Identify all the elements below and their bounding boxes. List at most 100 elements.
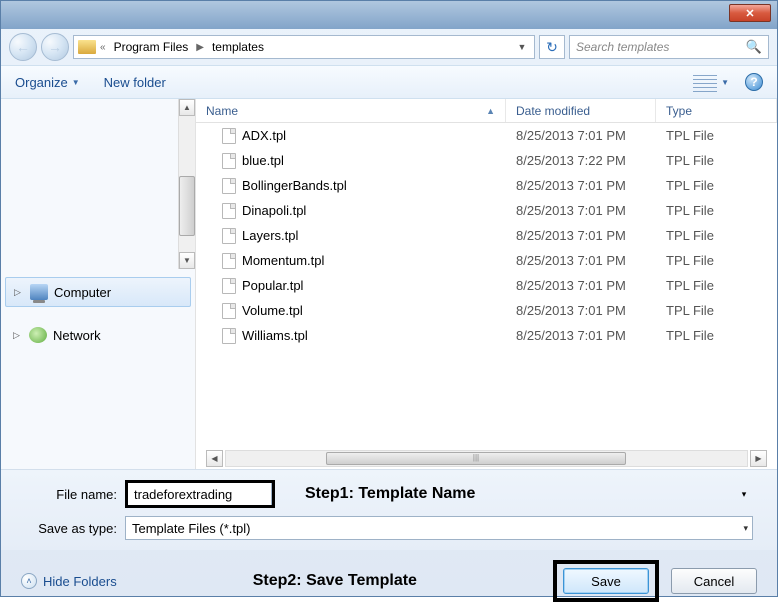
file-icon xyxy=(222,128,236,144)
file-date: 8/25/2013 7:01 PM xyxy=(506,203,656,218)
grip-icon: ||| xyxy=(327,453,625,462)
collapse-icon: ˄ xyxy=(21,573,37,589)
titlebar: ✕ xyxy=(1,1,777,29)
scroll-up-button[interactable]: ▲ xyxy=(179,99,195,116)
file-type: TPL File xyxy=(656,128,777,143)
file-row[interactable]: ADX.tpl8/25/2013 7:01 PMTPL File xyxy=(196,123,777,148)
path-dropdown-icon[interactable]: ▼ xyxy=(514,42,530,52)
help-icon: ? xyxy=(750,75,757,89)
scroll-right-button[interactable]: ▶ xyxy=(750,450,767,467)
file-rows: ADX.tpl8/25/2013 7:01 PMTPL Fileblue.tpl… xyxy=(196,123,777,447)
address-bar[interactable]: « Program Files ▶ templates ▼ xyxy=(73,35,535,59)
file-icon xyxy=(222,303,236,319)
sort-ascending-icon: ▲ xyxy=(486,106,495,116)
arrow-right-icon: → xyxy=(48,39,62,55)
form-area: File name: tradeforextrading Step1: Temp… xyxy=(1,469,777,550)
step1-annotation: Step1: Template Name xyxy=(275,485,735,503)
file-date: 8/25/2013 7:01 PM xyxy=(506,328,656,343)
step2-highlight: Save xyxy=(553,560,659,602)
cancel-label: Cancel xyxy=(694,574,734,589)
scroll-left-button[interactable]: ◀ xyxy=(206,450,223,467)
scroll-thumb[interactable] xyxy=(179,176,195,236)
column-header-date[interactable]: Date modified xyxy=(506,99,656,122)
hscroll-thumb[interactable]: ||| xyxy=(326,452,626,465)
path-sep-icon: « xyxy=(100,42,106,53)
sidebar-scrollbar[interactable]: ▲ ▼ xyxy=(178,99,195,269)
organize-menu[interactable]: Organize ▼ xyxy=(15,75,80,90)
tree-item-computer[interactable]: ▷ Computer xyxy=(5,277,191,307)
file-icon xyxy=(222,153,236,169)
chevron-down-icon: ▼ xyxy=(72,78,80,87)
file-name: BollingerBands.tpl xyxy=(242,178,347,193)
forward-button[interactable]: → xyxy=(41,33,69,61)
file-type: TPL File xyxy=(656,203,777,218)
saveastype-value: Template Files (*.tpl) xyxy=(132,521,250,536)
back-button[interactable]: ← xyxy=(9,33,37,61)
file-date: 8/25/2013 7:01 PM xyxy=(506,178,656,193)
file-type: TPL File xyxy=(656,153,777,168)
column-header-name[interactable]: Name ▲ xyxy=(196,99,506,122)
hscroll-area: ◀ ||| ▶ xyxy=(196,447,777,469)
file-name: Williams.tpl xyxy=(242,328,308,343)
saveastype-row: Save as type: Template Files (*.tpl) ▾ xyxy=(25,516,753,540)
nav-bar: ← → « Program Files ▶ templates ▼ ↻ Sear… xyxy=(1,29,777,65)
hide-folders-label: Hide Folders xyxy=(43,574,117,589)
file-date: 8/25/2013 7:22 PM xyxy=(506,153,656,168)
close-button[interactable]: ✕ xyxy=(729,4,771,22)
help-button[interactable]: ? xyxy=(745,73,763,91)
file-type: TPL File xyxy=(656,228,777,243)
search-icon: 🔍 xyxy=(746,39,762,55)
new-folder-button[interactable]: New folder xyxy=(104,75,166,90)
chevron-right-icon: ▶ xyxy=(196,42,204,53)
file-name: Momentum.tpl xyxy=(242,253,324,268)
tree-item-network[interactable]: ▷ Network xyxy=(5,321,191,349)
save-dialog-window: ✕ ← → « Program Files ▶ templates ▼ ↻ Se… xyxy=(0,0,778,597)
expand-icon[interactable]: ▷ xyxy=(13,330,23,341)
saveastype-dropdown[interactable]: Template Files (*.tpl) ▾ xyxy=(125,516,753,540)
search-input[interactable]: Search templates 🔍 xyxy=(569,35,769,59)
cancel-button[interactable]: Cancel xyxy=(671,568,757,594)
file-type: TPL File xyxy=(656,178,777,193)
file-type: TPL File xyxy=(656,253,777,268)
save-button[interactable]: Save xyxy=(563,568,649,594)
filename-label: File name: xyxy=(25,487,125,502)
scroll-down-button[interactable]: ▼ xyxy=(179,252,195,269)
column-header-type[interactable]: Type xyxy=(656,99,777,122)
file-row[interactable]: Momentum.tpl8/25/2013 7:01 PMTPL File xyxy=(196,248,777,273)
file-name: Volume.tpl xyxy=(242,303,303,318)
chevron-right-icon: ▶ xyxy=(755,454,761,463)
file-name: ADX.tpl xyxy=(242,128,286,143)
hscrollbar[interactable]: ||| xyxy=(225,450,748,467)
file-row[interactable]: blue.tpl8/25/2013 7:22 PMTPL File xyxy=(196,148,777,173)
main-area: ▲ ▼ ▷ Computer ▷ Network xyxy=(1,99,777,469)
file-row[interactable]: Popular.tpl8/25/2013 7:01 PMTPL File xyxy=(196,273,777,298)
hide-folders-button[interactable]: ˄ Hide Folders xyxy=(21,573,117,589)
path-segment-program-files[interactable]: Program Files xyxy=(110,40,193,54)
organize-label: Organize xyxy=(15,75,68,90)
chevron-down-icon: ▾ xyxy=(743,523,748,534)
file-row[interactable]: Volume.tpl8/25/2013 7:01 PMTPL File xyxy=(196,298,777,323)
network-icon xyxy=(29,327,47,343)
file-type: TPL File xyxy=(656,303,777,318)
file-icon xyxy=(222,253,236,269)
view-options-button[interactable]: ▼ xyxy=(693,72,729,92)
chevron-down-icon: ▼ xyxy=(721,78,729,87)
folder-icon xyxy=(78,40,96,54)
toolbar: Organize ▼ New folder ▼ ? xyxy=(1,65,777,99)
file-icon xyxy=(222,278,236,294)
list-view-icon xyxy=(693,72,717,92)
file-row[interactable]: Layers.tpl8/25/2013 7:01 PMTPL File xyxy=(196,223,777,248)
file-type: TPL File xyxy=(656,328,777,343)
file-row[interactable]: Dinapoli.tpl 8/25/2013 7:01 PMTPL File xyxy=(196,198,777,223)
file-row[interactable]: BollingerBands.tpl 8/25/2013 7:01 PMTPL F… xyxy=(196,173,777,198)
computer-icon xyxy=(30,284,48,300)
expand-icon[interactable]: ▷ xyxy=(14,287,24,298)
filename-dropdown-icon[interactable]: ▾ xyxy=(735,489,753,500)
path-segment-templates[interactable]: templates xyxy=(208,40,268,54)
file-icon xyxy=(222,178,236,194)
filename-input[interactable]: tradeforextrading xyxy=(128,483,272,505)
file-name: Dinapoli.tpl xyxy=(242,203,306,218)
refresh-button[interactable]: ↻ xyxy=(539,35,565,59)
arrow-left-icon: ← xyxy=(16,39,30,55)
file-row[interactable]: Williams.tpl 8/25/2013 7:01 PMTPL File xyxy=(196,323,777,348)
